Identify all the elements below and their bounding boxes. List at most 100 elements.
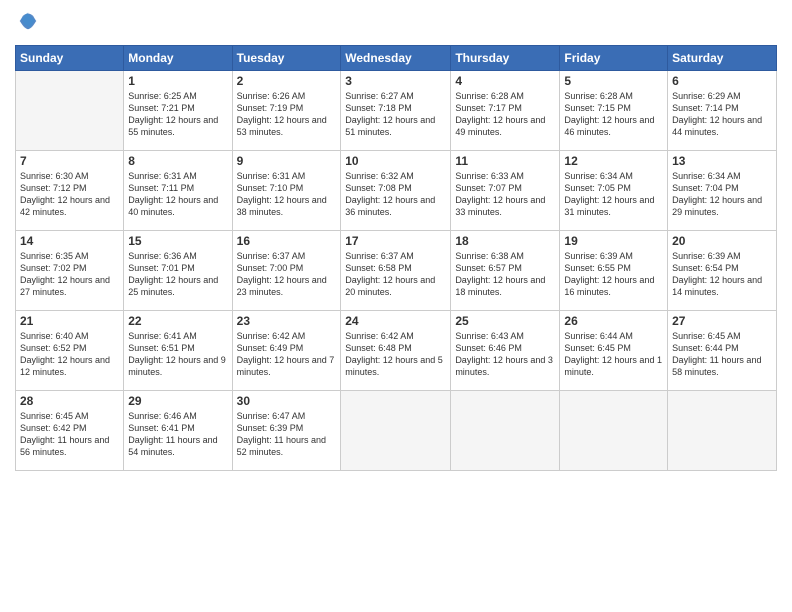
day-number: 20 xyxy=(672,234,772,248)
day-number: 19 xyxy=(564,234,663,248)
logo-icon xyxy=(17,10,39,32)
calendar-cell: 24 Sunrise: 6:42 AMSunset: 6:48 PMDayligh… xyxy=(341,311,451,391)
day-info: Sunrise: 6:46 AMSunset: 6:41 PMDaylight:… xyxy=(128,410,227,459)
day-info: Sunrise: 6:36 AMSunset: 7:01 PMDaylight:… xyxy=(128,250,227,299)
calendar-cell xyxy=(341,391,451,471)
day-number: 5 xyxy=(564,74,663,88)
day-info: Sunrise: 6:31 AMSunset: 7:11 PMDaylight:… xyxy=(128,170,227,219)
calendar: SundayMondayTuesdayWednesdayThursdayFrid… xyxy=(15,45,777,471)
day-info: Sunrise: 6:42 AMSunset: 6:49 PMDaylight:… xyxy=(237,330,337,379)
weekday-header-saturday: Saturday xyxy=(668,46,777,71)
day-number: 1 xyxy=(128,74,227,88)
day-number: 25 xyxy=(455,314,555,328)
day-number: 15 xyxy=(128,234,227,248)
calendar-cell xyxy=(668,391,777,471)
day-number: 8 xyxy=(128,154,227,168)
day-number: 7 xyxy=(20,154,119,168)
day-info: Sunrise: 6:33 AMSunset: 7:07 PMDaylight:… xyxy=(455,170,555,219)
day-info: Sunrise: 6:34 AMSunset: 7:05 PMDaylight:… xyxy=(564,170,663,219)
weekday-header-thursday: Thursday xyxy=(451,46,560,71)
day-info: Sunrise: 6:44 AMSunset: 6:45 PMDaylight:… xyxy=(564,330,663,379)
calendar-cell: 22 Sunrise: 6:41 AMSunset: 6:51 PMDayligh… xyxy=(124,311,232,391)
calendar-cell: 17Sunrise: 6:37 AMSunset: 6:58 PMDayligh… xyxy=(341,231,451,311)
calendar-cell xyxy=(560,391,668,471)
calendar-cell: 11 Sunrise: 6:33 AMSunset: 7:07 PMDayligh… xyxy=(451,151,560,231)
calendar-cell: 13 Sunrise: 6:34 AMSunset: 7:04 PMDayligh… xyxy=(668,151,777,231)
day-number: 30 xyxy=(237,394,337,408)
calendar-cell: 21 Sunrise: 6:40 AMSunset: 6:52 PMDayligh… xyxy=(16,311,124,391)
day-info: Sunrise: 6:35 AMSunset: 7:02 PMDaylight:… xyxy=(20,250,119,299)
day-number: 26 xyxy=(564,314,663,328)
weekday-header-tuesday: Tuesday xyxy=(232,46,341,71)
weekday-header-monday: Monday xyxy=(124,46,232,71)
day-number: 23 xyxy=(237,314,337,328)
calendar-week-4: 21 Sunrise: 6:40 AMSunset: 6:52 PMDayligh… xyxy=(16,311,777,391)
day-number: 10 xyxy=(345,154,446,168)
day-number: 18 xyxy=(455,234,555,248)
logo xyxy=(15,10,39,37)
calendar-cell: 7 Sunrise: 6:30 AMSunset: 7:12 PMDaylight… xyxy=(16,151,124,231)
day-info: Sunrise: 6:39 AMSunset: 6:55 PMDaylight:… xyxy=(564,250,663,299)
day-info: Sunrise: 6:32 AMSunset: 7:08 PMDaylight:… xyxy=(345,170,446,219)
day-number: 14 xyxy=(20,234,119,248)
day-info: Sunrise: 6:25 AMSunset: 7:21 PMDaylight:… xyxy=(128,90,227,139)
calendar-cell: 3Sunrise: 6:27 AMSunset: 7:18 PMDaylight… xyxy=(341,71,451,151)
calendar-cell: 10 Sunrise: 6:32 AMSunset: 7:08 PMDayligh… xyxy=(341,151,451,231)
calendar-cell: 20 Sunrise: 6:39 AMSunset: 6:54 PMDayligh… xyxy=(668,231,777,311)
calendar-cell: 18Sunrise: 6:38 AMSunset: 6:57 PMDayligh… xyxy=(451,231,560,311)
day-info: Sunrise: 6:27 AMSunset: 7:18 PMDaylight:… xyxy=(345,90,446,139)
day-info: Sunrise: 6:34 AMSunset: 7:04 PMDaylight:… xyxy=(672,170,772,219)
day-number: 22 xyxy=(128,314,227,328)
calendar-week-5: 28Sunrise: 6:45 AMSunset: 6:42 PMDayligh… xyxy=(16,391,777,471)
calendar-cell: 1 Sunrise: 6:25 AMSunset: 7:21 PMDaylight… xyxy=(124,71,232,151)
day-number: 24 xyxy=(345,314,446,328)
weekday-header-wednesday: Wednesday xyxy=(341,46,451,71)
calendar-week-2: 7 Sunrise: 6:30 AMSunset: 7:12 PMDaylight… xyxy=(16,151,777,231)
day-info: Sunrise: 6:45 AMSunset: 6:44 PMDaylight:… xyxy=(672,330,772,379)
calendar-cell: 9 Sunrise: 6:31 AMSunset: 7:10 PMDaylight… xyxy=(232,151,341,231)
calendar-cell: 23 Sunrise: 6:42 AMSunset: 6:49 PMDayligh… xyxy=(232,311,341,391)
day-number: 27 xyxy=(672,314,772,328)
day-number: 13 xyxy=(672,154,772,168)
day-info: Sunrise: 6:42 AMSunset: 6:48 PMDaylight:… xyxy=(345,330,446,379)
day-info: Sunrise: 6:41 AMSunset: 6:51 PMDaylight:… xyxy=(128,330,227,379)
calendar-cell: 14 Sunrise: 6:35 AMSunset: 7:02 PMDayligh… xyxy=(16,231,124,311)
calendar-cell: 15 Sunrise: 6:36 AMSunset: 7:01 PMDayligh… xyxy=(124,231,232,311)
calendar-cell: 19 Sunrise: 6:39 AMSunset: 6:55 PMDayligh… xyxy=(560,231,668,311)
calendar-cell xyxy=(451,391,560,471)
calendar-cell: 26 Sunrise: 6:44 AMSunset: 6:45 PMDayligh… xyxy=(560,311,668,391)
day-info: Sunrise: 6:47 AMSunset: 6:39 PMDaylight:… xyxy=(237,410,337,459)
calendar-cell: 25 Sunrise: 6:43 AMSunset: 6:46 PMDayligh… xyxy=(451,311,560,391)
day-info: Sunrise: 6:30 AMSunset: 7:12 PMDaylight:… xyxy=(20,170,119,219)
day-info: Sunrise: 6:37 AMSunset: 6:58 PMDaylight:… xyxy=(345,250,446,299)
day-info: Sunrise: 6:31 AMSunset: 7:10 PMDaylight:… xyxy=(237,170,337,219)
day-info: Sunrise: 6:37 AMSunset: 7:00 PMDaylight:… xyxy=(237,250,337,299)
day-info: Sunrise: 6:28 AMSunset: 7:17 PMDaylight:… xyxy=(455,90,555,139)
calendar-cell: 2Sunrise: 6:26 AMSunset: 7:19 PMDaylight… xyxy=(232,71,341,151)
day-info: Sunrise: 6:28 AMSunset: 7:15 PMDaylight:… xyxy=(564,90,663,139)
calendar-cell: 28Sunrise: 6:45 AMSunset: 6:42 PMDayligh… xyxy=(16,391,124,471)
weekday-header-row: SundayMondayTuesdayWednesdayThursdayFrid… xyxy=(16,46,777,71)
day-number: 4 xyxy=(455,74,555,88)
day-number: 6 xyxy=(672,74,772,88)
header xyxy=(15,10,777,37)
day-number: 11 xyxy=(455,154,555,168)
calendar-cell: 16Sunrise: 6:37 AMSunset: 7:00 PMDayligh… xyxy=(232,231,341,311)
day-info: Sunrise: 6:45 AMSunset: 6:42 PMDaylight:… xyxy=(20,410,119,459)
calendar-cell: 6Sunrise: 6:29 AMSunset: 7:14 PMDaylight… xyxy=(668,71,777,151)
day-number: 21 xyxy=(20,314,119,328)
day-number: 12 xyxy=(564,154,663,168)
calendar-cell: 8 Sunrise: 6:31 AMSunset: 7:11 PMDaylight… xyxy=(124,151,232,231)
calendar-week-1: 1 Sunrise: 6:25 AMSunset: 7:21 PMDaylight… xyxy=(16,71,777,151)
weekday-header-sunday: Sunday xyxy=(16,46,124,71)
day-info: Sunrise: 6:43 AMSunset: 6:46 PMDaylight:… xyxy=(455,330,555,379)
weekday-header-friday: Friday xyxy=(560,46,668,71)
day-info: Sunrise: 6:40 AMSunset: 6:52 PMDaylight:… xyxy=(20,330,119,379)
page: SundayMondayTuesdayWednesdayThursdayFrid… xyxy=(0,0,792,612)
calendar-cell xyxy=(16,71,124,151)
calendar-cell: 29Sunrise: 6:46 AMSunset: 6:41 PMDayligh… xyxy=(124,391,232,471)
calendar-cell: 27 Sunrise: 6:45 AMSunset: 6:44 PMDayligh… xyxy=(668,311,777,391)
day-info: Sunrise: 6:39 AMSunset: 6:54 PMDaylight:… xyxy=(672,250,772,299)
day-info: Sunrise: 6:26 AMSunset: 7:19 PMDaylight:… xyxy=(237,90,337,139)
day-number: 9 xyxy=(237,154,337,168)
